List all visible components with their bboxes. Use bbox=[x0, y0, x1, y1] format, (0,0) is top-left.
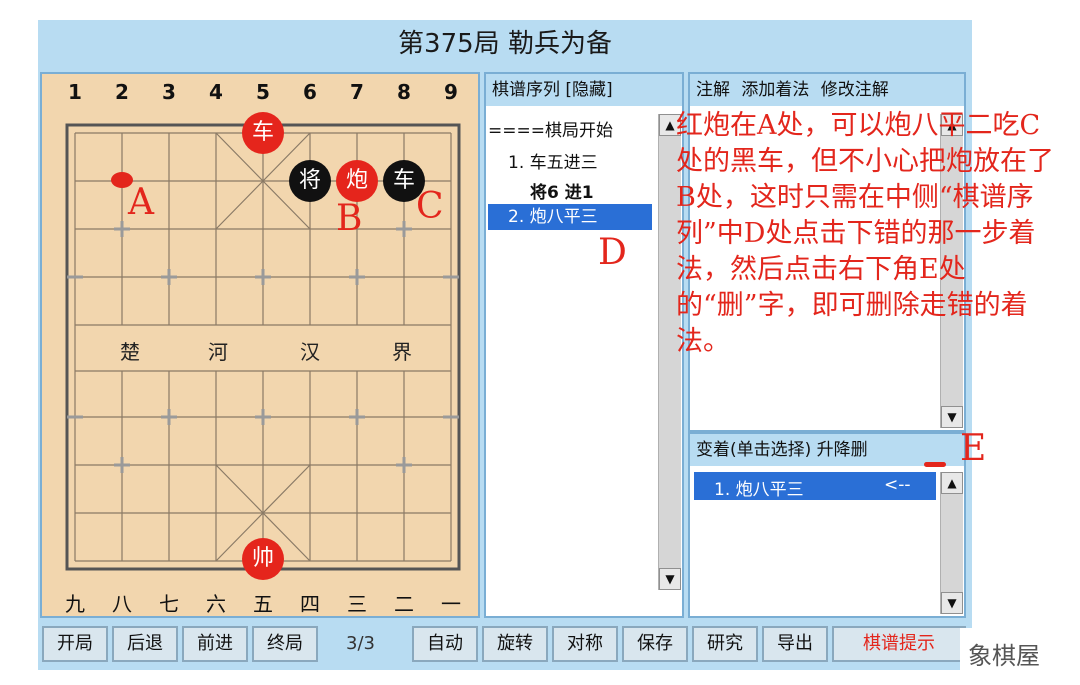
end-button[interactable]: 终局 bbox=[252, 626, 318, 662]
arrow-left-icon: <-- bbox=[884, 475, 911, 495]
auto-button[interactable]: 自动 bbox=[412, 626, 478, 662]
move-item[interactable]: 将6 进1 bbox=[530, 178, 594, 203]
scroll-up-icon[interactable]: ▲ bbox=[941, 472, 963, 494]
red-chariot-piece[interactable]: 车 bbox=[242, 112, 284, 154]
scroll-down-icon[interactable]: ▼ bbox=[941, 406, 963, 428]
file-label: 二 bbox=[394, 592, 414, 616]
save-button[interactable]: 保存 bbox=[622, 626, 688, 662]
file-label: 九 bbox=[65, 592, 85, 616]
window-title: 第375局 勒兵为备 bbox=[398, 29, 612, 59]
annotation-a: A bbox=[128, 182, 154, 223]
move-list-panel: 棋谱序列 [隐藏] ====棋局开始 1. 车五进三 将6 进1 2. 炮八平三… bbox=[484, 72, 684, 618]
mirror-button[interactable]: 对称 bbox=[552, 626, 618, 662]
watermark-text: 象棋屋 bbox=[968, 642, 1040, 670]
scroll-down-icon[interactable]: ▼ bbox=[659, 568, 681, 590]
variations-panel: 变着(单击选择) 升降删 1. 炮八平三 <-- ▲ ▼ bbox=[688, 432, 966, 618]
move-list-header[interactable]: 棋谱序列 [隐藏] bbox=[486, 74, 682, 106]
forward-button[interactable]: 前进 bbox=[182, 626, 248, 662]
start-button[interactable]: 开局 bbox=[42, 626, 108, 662]
file-label: 六 bbox=[206, 592, 226, 616]
variations-header[interactable]: 变着(单击选择) 升降删 bbox=[690, 434, 964, 466]
scroll-down-icon[interactable]: ▼ bbox=[941, 592, 963, 614]
move-item[interactable]: 1. 车五进三 bbox=[508, 148, 598, 173]
annotation-b: B bbox=[336, 198, 363, 239]
move-item-selected[interactable]: 2. 炮八平三 bbox=[488, 204, 652, 230]
red-cannon-piece[interactable]: 炮 bbox=[336, 160, 378, 202]
red-king-piece[interactable]: 帅 bbox=[242, 538, 284, 580]
watermark: 象棋屋 bbox=[960, 628, 1080, 680]
toolbar: 开局 后退 前进 终局 3/3 自动 旋转 对称 保存 研究 导出 棋谱提示 bbox=[40, 620, 970, 666]
variations-scrollbar[interactable]: ▲ ▼ bbox=[940, 472, 963, 614]
annotation-d: D bbox=[598, 232, 627, 273]
move-item[interactable]: ====棋局开始 bbox=[488, 116, 613, 141]
river-label: 河 bbox=[208, 340, 228, 364]
chess-board-panel[interactable]: 1 2 3 4 5 6 7 8 9 楚 河 汉 界 车 将 炮 车 帅 九 八 … bbox=[40, 72, 480, 618]
river-label: 楚 bbox=[120, 340, 140, 364]
back-button[interactable]: 后退 bbox=[112, 626, 178, 662]
file-label: 四 bbox=[300, 592, 320, 616]
annotation-explanation: 红炮在A处，可以炮八平二吃C处的黑车，但不小心把炮放在了B处，这时只需在中侧“棋… bbox=[676, 110, 1054, 357]
file-label: 八 bbox=[112, 592, 132, 616]
page-counter: 3/3 bbox=[346, 633, 375, 654]
notes-header[interactable]: 注解 添加着法 修改注解 bbox=[690, 74, 964, 106]
study-button[interactable]: 研究 bbox=[692, 626, 758, 662]
annotation-e: E bbox=[960, 428, 987, 469]
annotation-c: C bbox=[416, 186, 444, 227]
variation-item-selected[interactable]: 1. 炮八平三 <-- bbox=[694, 472, 936, 500]
board-grid bbox=[65, 123, 461, 571]
hint-button[interactable]: 棋谱提示 bbox=[832, 626, 966, 662]
file-label: 一 bbox=[441, 592, 461, 616]
river-label: 界 bbox=[392, 340, 412, 364]
file-label: 五 bbox=[253, 592, 273, 616]
annotation-e-marker bbox=[924, 462, 946, 467]
file-label: 三 bbox=[347, 592, 367, 616]
black-general-piece[interactable]: 将 bbox=[289, 160, 331, 202]
file-label: 七 bbox=[159, 592, 179, 616]
variation-item-label: 1. 炮八平三 bbox=[714, 480, 804, 500]
export-button[interactable]: 导出 bbox=[762, 626, 828, 662]
river-label: 汉 bbox=[300, 340, 320, 364]
rotate-button[interactable]: 旋转 bbox=[482, 626, 548, 662]
